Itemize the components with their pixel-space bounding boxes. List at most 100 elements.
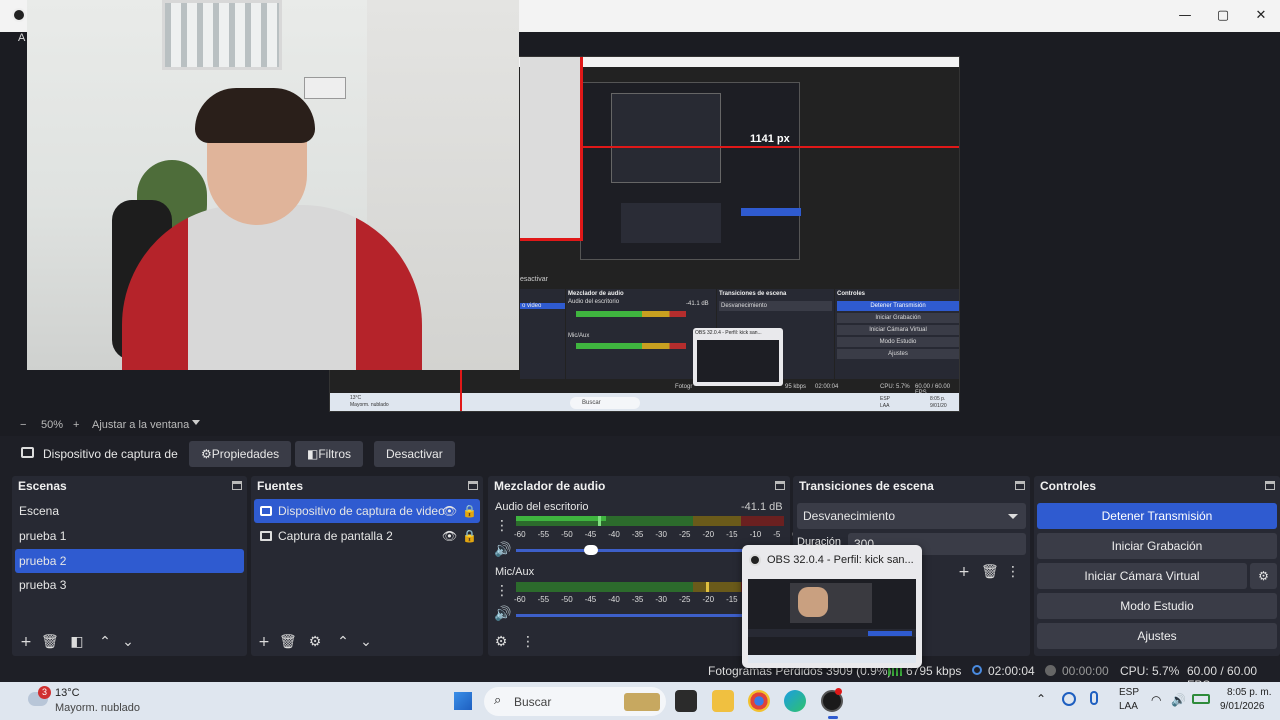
notification-badge: 3 [38,686,51,699]
temperature[interactable]: 13°C [55,687,80,699]
battery-icon[interactable] [1192,694,1210,704]
chrome-icon[interactable] [748,690,770,712]
filter-icon[interactable]: ◧ [69,634,85,650]
speaker-icon[interactable]: 🔊 [494,606,511,622]
edge-icon[interactable] [784,690,806,712]
kebab-menu-icon[interactable]: ⋮ [520,634,536,650]
stream-time: 02:00:04 [988,664,1035,678]
cpu-usage: CPU: 5.7% [1120,664,1180,678]
undock-icon[interactable] [232,481,242,490]
stop-stream-button[interactable]: Detener Transmisión [1037,503,1277,529]
camera-icon [21,447,34,458]
popup-preview [748,579,916,663]
channel-name: Mic/Aux [495,566,535,578]
keyboard-layout[interactable]: LAA [1119,701,1138,712]
source-item[interactable]: Captura de pantalla 2 👁 🔒 [254,524,480,548]
scene-item[interactable]: Escena [15,499,244,523]
webcam-preview[interactable] [27,0,519,370]
sources-dock: Fuentes Dispositivo de captura de video … [251,476,483,656]
gear-icon[interactable]: ⚙ [307,634,323,650]
properties-button[interactable]: ⚙Propiedades [189,441,292,467]
search-icon: ⌕ [494,693,502,708]
clock-date[interactable]: 9/01/2026 [1220,701,1265,712]
nested-sources-dock: o video [520,289,565,379]
transition-select[interactable]: Desvanecimiento [797,503,1026,529]
nested-frames: Fotogr [675,384,693,390]
chevron-up-icon[interactable]: ⌃ [1036,692,1046,706]
eye-icon[interactable]: 👁 [442,499,457,523]
trash-icon[interactable]: 🗑 [981,564,999,580]
undock-icon[interactable] [1015,481,1025,490]
task-view-icon[interactable] [675,690,697,712]
undock-icon[interactable] [1265,481,1275,490]
properties-label: Propiedades [211,447,280,461]
search-placeholder: Buscar [514,695,552,709]
taskbar-search[interactable]: ⌕ Buscar [484,687,666,716]
zoom-in-button[interactable]: + [73,419,79,431]
close-button[interactable]: ✕ [1251,6,1271,26]
clock-time[interactable]: 8:05 p. m. [1227,687,1271,698]
volume-slider-handle[interactable] [584,545,598,555]
channel-name: Audio del escritorio [495,501,589,513]
kebab-menu-icon[interactable]: ⋮ [494,518,510,534]
chevron-down-icon[interactable]: ⌄ [120,634,136,650]
sources-title: Fuentes [257,479,304,493]
windows-start-icon[interactable] [454,692,472,710]
scene-item[interactable]: prueba 1 [15,524,244,548]
trash-icon[interactable]: 🗑 [279,634,297,650]
lock-icon[interactable]: 🔒 [462,524,477,548]
weather-condition[interactable]: Mayorm. nublado [55,702,140,714]
scenes-footer: + 🗑 ◧ ⌃ ⌄ [12,628,247,656]
kebab-menu-icon[interactable]: ⋮ [494,583,510,599]
search-highlight-icon [624,693,660,711]
studio-mode-button[interactable]: Modo Estudio [1037,593,1277,619]
volume-icon[interactable]: 🔊 [1171,693,1186,707]
stream-icon [972,665,982,675]
volume-slider-track[interactable] [516,549,746,552]
maximize-button[interactable]: ▢ [1213,6,1233,26]
kebab-menu-icon[interactable]: ⋮ [1005,564,1021,580]
undock-icon[interactable] [775,481,785,490]
filter-icon: ◧ [307,447,319,461]
filters-button[interactable]: ◧Filtros [295,441,364,467]
minimize-button[interactable]: — [1175,6,1195,26]
file-explorer-icon[interactable] [712,690,734,712]
advanced-audio-icon[interactable]: ⚙ [493,634,509,650]
keyboard-lang[interactable]: ESP [1119,687,1139,698]
zoom-out-button[interactable]: − [20,419,26,431]
obs-logo-icon [12,8,26,22]
add-icon[interactable]: + [256,634,272,650]
chevron-up-icon[interactable]: ⌃ [97,634,113,650]
onedrive-icon[interactable] [1062,692,1076,706]
volume-slider-track[interactable] [516,614,746,617]
lock-icon[interactable]: 🔒 [462,499,477,523]
scene-item[interactable]: prueba 3 [15,573,244,597]
wifi-icon[interactable]: ◠ [1151,693,1161,707]
menu-stub[interactable]: A [18,32,25,44]
virtual-camera-settings-gear-icon[interactable]: ⚙ [1250,563,1277,589]
taskbar-thumbnail-popup[interactable]: OBS 32.0.4 - Perfil: kick san... [742,545,922,668]
undock-icon[interactable] [468,481,478,490]
zoom-bar: − 50% + Ajustar a la ventana [0,416,1280,436]
sources-footer: + 🗑 ⚙ ⌃ ⌄ [251,628,483,656]
source-item-selected[interactable]: Dispositivo de captura de video 👁 🔒 [254,499,480,523]
start-recording-button[interactable]: Iniciar Grabación [1037,533,1277,559]
settings-button[interactable]: Ajustes [1037,623,1277,649]
start-virtual-camera-button[interactable]: Iniciar Cámara Virtual [1037,563,1247,589]
chevron-down-icon[interactable]: ⌄ [358,634,374,650]
deactivate-button[interactable]: Desactivar [374,441,455,467]
windows-taskbar: 3 13°C Mayorm. nublado ⌕ Buscar ⌃ ESP LA… [0,682,1280,720]
microphone-icon[interactable] [1090,691,1098,705]
zoom-fit-select[interactable]: Ajustar a la ventana [92,419,189,431]
add-icon[interactable]: + [956,564,972,580]
scene-item-selected[interactable]: prueba 2 [15,549,244,573]
zoom-dropdown-icon[interactable] [192,420,200,425]
trash-icon[interactable]: 🗑 [41,634,59,650]
monitor-icon [260,531,272,541]
transition-selected-label: Desvanecimiento [803,509,896,523]
speaker-icon[interactable]: 🔊 [494,542,511,558]
transitions-title: Transiciones de escena [799,479,934,493]
chevron-up-icon[interactable]: ⌃ [335,634,351,650]
eye-icon[interactable]: 👁 [442,524,457,548]
add-icon[interactable]: + [18,634,34,650]
